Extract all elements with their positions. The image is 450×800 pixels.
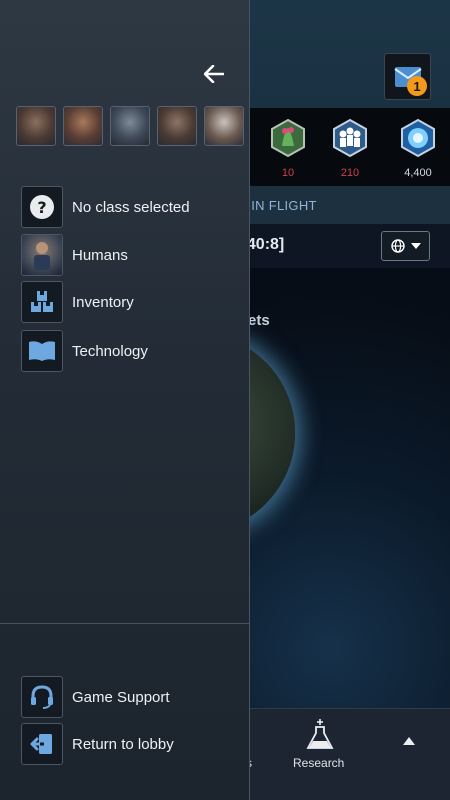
resource-energy[interactable]: 4,400 [388, 118, 448, 179]
energy-orb-icon [401, 118, 435, 158]
crew-avatar-4[interactable] [157, 106, 197, 146]
side-drawer: ? No class selected Humans Inventory Tec… [0, 0, 250, 800]
menu-game-support[interactable]: Game Support [21, 676, 241, 718]
svg-text:?: ? [37, 198, 46, 217]
crew-avatar-2[interactable] [63, 106, 103, 146]
drawer-close-button[interactable] [200, 60, 228, 88]
menu-technology[interactable]: Technology [21, 330, 241, 372]
mail-button[interactable]: 1 [384, 53, 431, 100]
book-icon [21, 330, 63, 372]
menu-humans[interactable]: Humans [21, 234, 241, 276]
globe-icon [390, 239, 405, 253]
resource-population[interactable]: 210 [320, 118, 380, 179]
population-icon [333, 118, 367, 158]
drawer-divider [0, 623, 249, 624]
headset-icon [21, 676, 63, 718]
mail-badge: 1 [407, 76, 427, 96]
resource-energy-value: 4,400 [404, 167, 432, 179]
crew-avatar-5[interactable] [204, 106, 244, 146]
nav-research-label: Research [293, 756, 345, 770]
caret-down-icon [410, 243, 421, 249]
resource-population-value: 210 [340, 167, 360, 179]
menu-label: Inventory [72, 293, 134, 311]
crew-avatar-1[interactable] [16, 106, 56, 146]
arrow-left-icon [204, 65, 224, 83]
boxes-icon [21, 281, 63, 323]
app-screen: 1 10 210 4,400 LY IN FLIGHT 440:8] ets R… [0, 0, 450, 800]
menu-no-class-selected[interactable]: ? No class selected [21, 186, 241, 228]
section-label: ets [248, 312, 270, 329]
humans-avatar-icon [21, 234, 63, 276]
menu-label: Humans [72, 246, 128, 264]
question-icon: ? [21, 186, 63, 228]
crew-avatars [16, 106, 244, 146]
menu-return-to-lobby[interactable]: Return to lobby [21, 723, 241, 765]
resource-plant-value: 10 [281, 167, 295, 179]
menu-label: No class selected [72, 198, 190, 216]
plant-icon [271, 118, 305, 158]
menu-label: Game Support [72, 688, 170, 706]
menu-inventory[interactable]: Inventory [21, 281, 241, 323]
resource-plant[interactable]: 10 [258, 118, 318, 179]
crew-avatar-3[interactable] [110, 106, 150, 146]
flask-icon [306, 719, 334, 749]
exit-door-icon [21, 723, 63, 765]
menu-label: Technology [72, 342, 148, 360]
globe-dropdown[interactable] [381, 231, 430, 261]
menu-label: Return to lobby [72, 735, 174, 753]
nav-research[interactable]: Research [290, 719, 350, 779]
chevron-up-icon[interactable] [403, 737, 415, 745]
